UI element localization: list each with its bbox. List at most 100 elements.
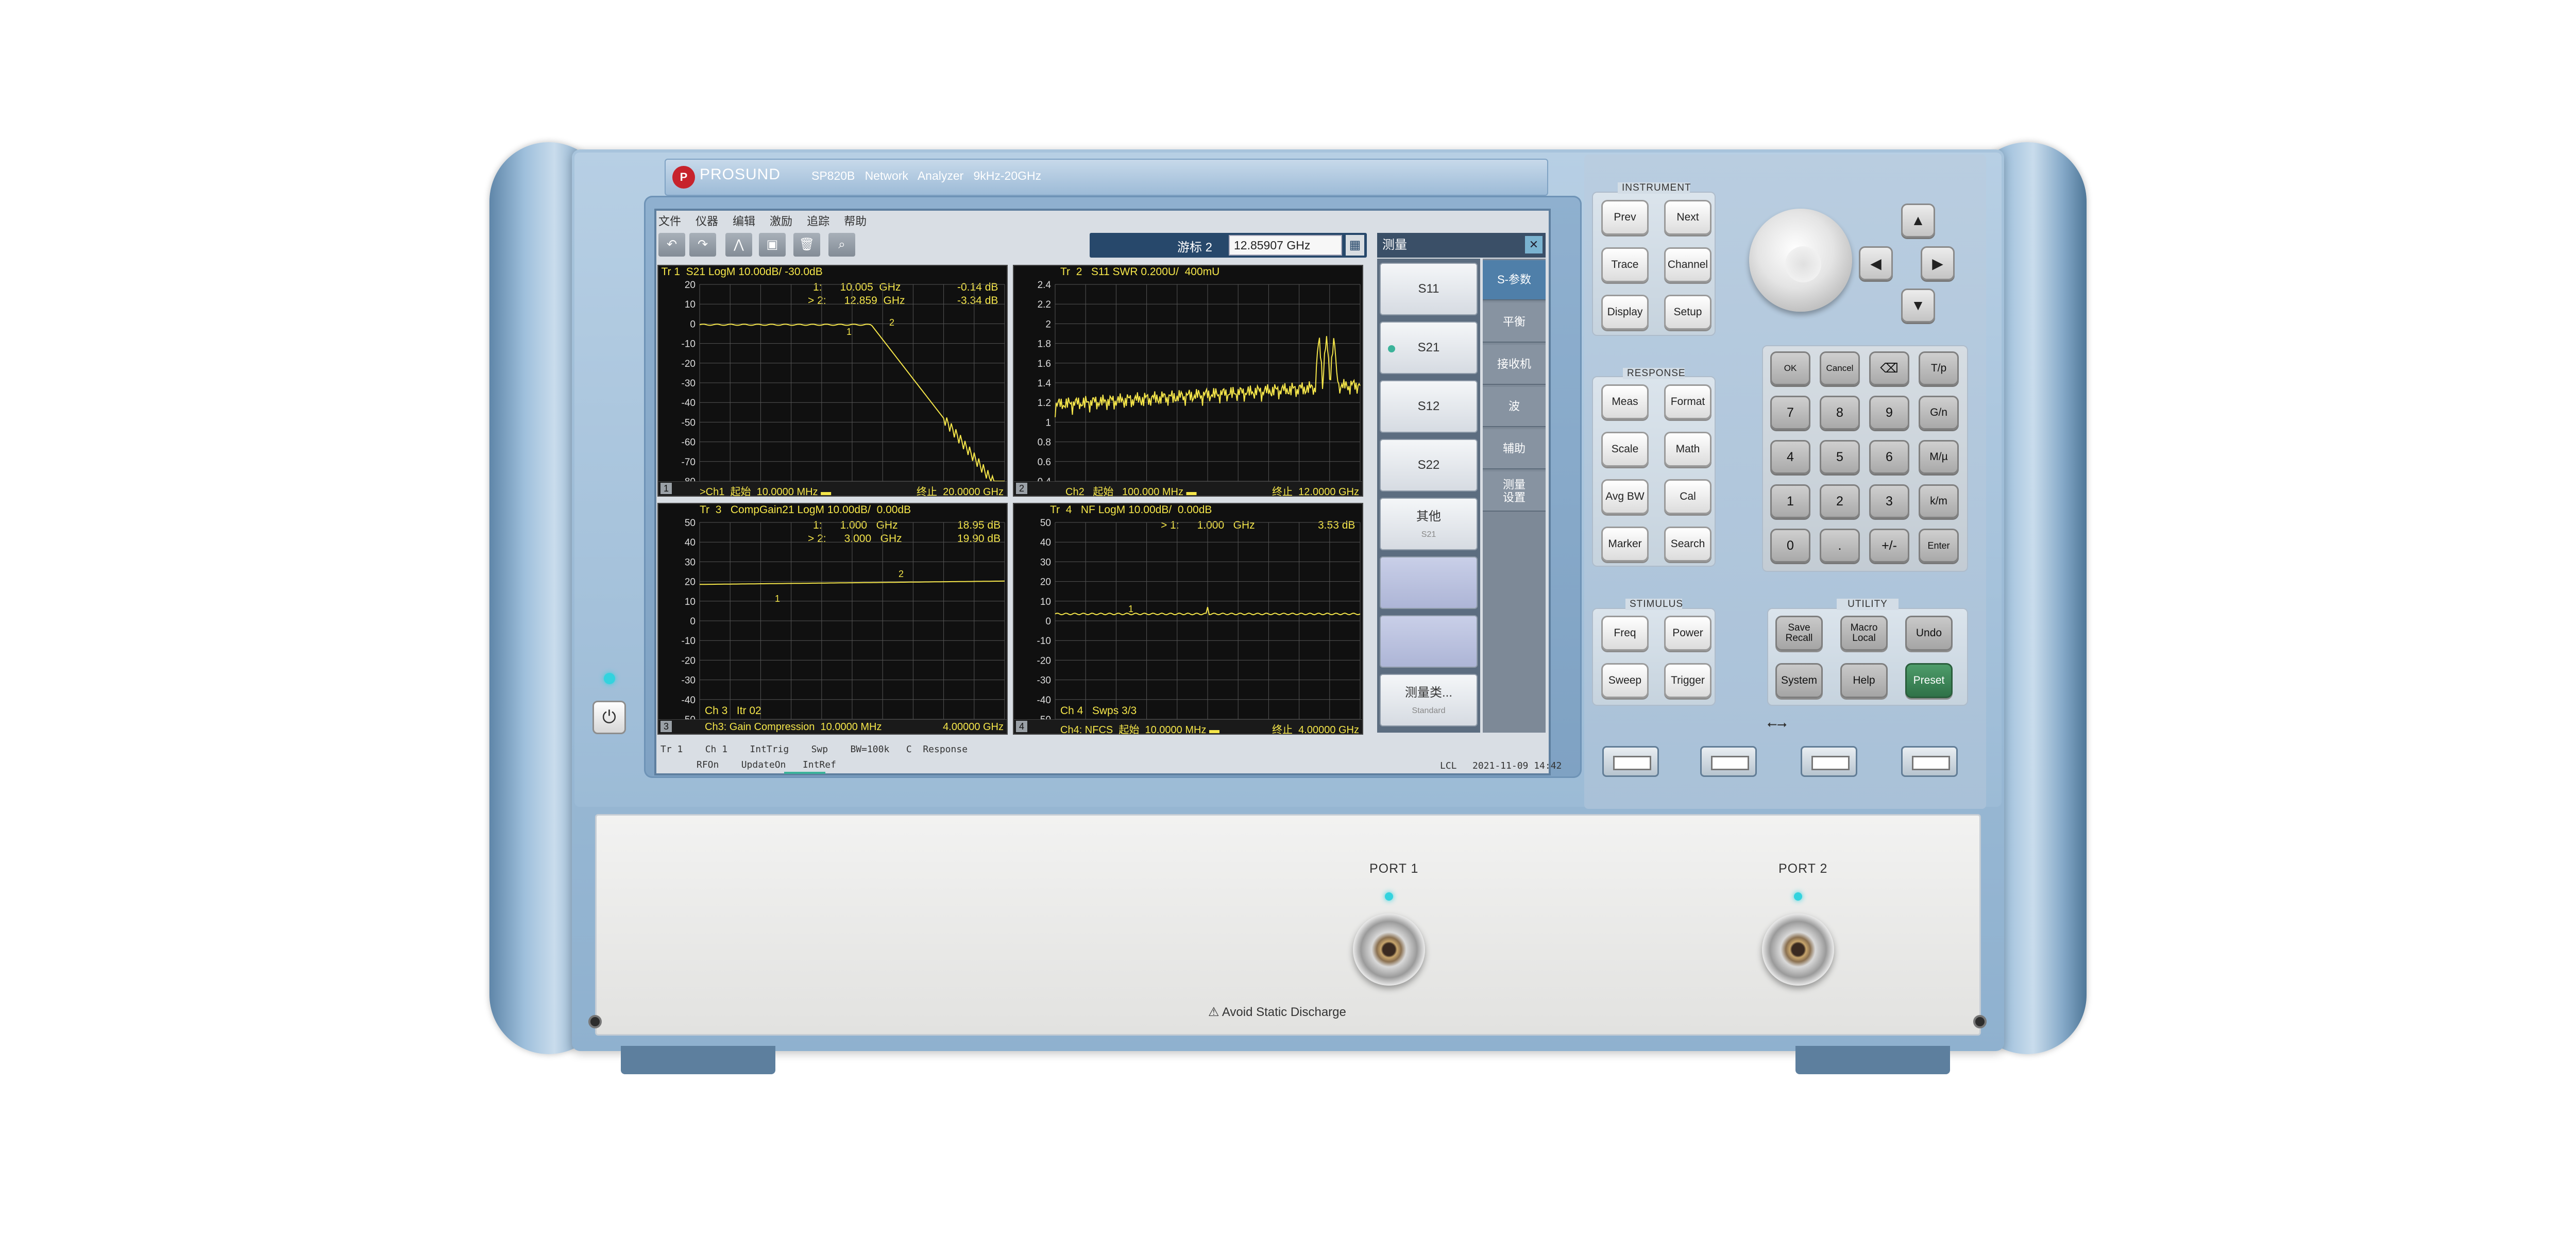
usb-port-4[interactable] — [1901, 746, 1958, 777]
power-button[interactable]: ⏻ — [592, 701, 626, 734]
marker-key-button[interactable]: Marker — [1601, 527, 1649, 562]
y-tick-label: 1.6 — [1038, 359, 1051, 369]
key-1[interactable]: 1 — [1770, 484, 1810, 518]
y-tick-label: -30 — [682, 378, 696, 389]
unit-m-u-button[interactable]: M/µ — [1919, 440, 1959, 474]
system-button[interactable]: System — [1775, 663, 1823, 698]
macro-local-button[interactable]: Macro Local — [1840, 616, 1888, 651]
trigger-button[interactable]: Trigger — [1664, 663, 1711, 698]
help-button[interactable]: Help — [1840, 663, 1888, 698]
y-tick-label: -30 — [1037, 675, 1051, 686]
preset-button[interactable]: Preset — [1905, 663, 1953, 698]
trace-4-footer: 4 Ch4: NFCS 起始 10.0000 MHz ▬ 终止 4.00000 … — [1014, 719, 1362, 736]
arrow-right-button[interactable]: ▶ — [1921, 246, 1955, 280]
tab-aux[interactable]: 辅助 — [1483, 429, 1546, 469]
trace-window-2[interactable]: Tr 2 S11 SWR 0.200U/ 400mU 2.4 2.2 2 1.8 1.6… — [1013, 265, 1363, 498]
y-tick-label: -40 — [682, 398, 696, 409]
y-tick-label: 40 — [1040, 537, 1051, 548]
response-title: RESPONSE — [1623, 368, 1685, 379]
unit-g-n-button[interactable]: G/n — [1919, 396, 1959, 430]
key-9[interactable]: 9 — [1869, 396, 1909, 430]
key-3[interactable]: 3 — [1869, 484, 1909, 518]
menu-file[interactable]: 文件 — [658, 212, 681, 229]
y-tick-label: 2.2 — [1038, 299, 1051, 310]
format-button[interactable]: Format — [1664, 384, 1711, 419]
backspace-icon[interactable]: ⌫ — [1869, 351, 1909, 385]
key-0[interactable]: 0 — [1770, 529, 1810, 563]
key-6[interactable]: 6 — [1869, 440, 1909, 474]
arrow-up-button[interactable]: ▲ — [1901, 204, 1935, 238]
key-7[interactable]: 7 — [1770, 396, 1810, 430]
search-button[interactable]: Search — [1664, 527, 1711, 562]
ok-button[interactable]: OK — [1770, 351, 1810, 385]
trace-window-4[interactable]: Tr 4 NF LogM 10.00dB/ 0.00dB > 1: 1.000 … — [1013, 503, 1363, 736]
trace-window-1[interactable]: Tr 1 S21 LogM 10.00dB/ -30.0dB 1: 10.005… — [657, 265, 1008, 498]
marker-button[interactable]: ⋀ — [725, 233, 752, 257]
freq-button[interactable]: Freq — [1601, 616, 1649, 651]
menu-edit[interactable]: 编辑 — [733, 212, 755, 229]
zoom-button[interactable]: ⌕ — [828, 233, 855, 257]
avg-bw-button[interactable]: Avg BW — [1601, 479, 1649, 514]
tab-receiver[interactable]: 接收机 — [1483, 345, 1546, 385]
next-button[interactable]: Next — [1664, 200, 1711, 235]
menu-help[interactable]: 帮助 — [844, 212, 867, 229]
key-4[interactable]: 4 — [1770, 440, 1810, 474]
tab-wave[interactable]: 波 — [1483, 387, 1546, 427]
marker-value-input[interactable]: 12.85907 GHz — [1229, 235, 1342, 256]
display-button[interactable]: Display — [1601, 295, 1649, 330]
arrow-down-button[interactable]: ▼ — [1901, 289, 1935, 323]
meas-button[interactable]: Meas — [1601, 384, 1649, 419]
menu-instrument[interactable]: 仪器 — [696, 212, 718, 229]
key-2[interactable]: 2 — [1820, 484, 1860, 518]
sweep-button[interactable]: Sweep — [1601, 663, 1649, 698]
menu-trace[interactable]: 追踪 — [807, 212, 829, 229]
prev-button[interactable]: Prev — [1601, 200, 1649, 235]
keypad-icon[interactable]: ▦ — [1346, 235, 1364, 256]
undo-key-button[interactable]: Undo — [1905, 616, 1953, 651]
usb-port-2[interactable] — [1700, 746, 1757, 777]
softkey-blank-2[interactable] — [1380, 615, 1478, 668]
math-button[interactable]: Math — [1664, 432, 1711, 467]
key-5[interactable]: 5 — [1820, 440, 1860, 474]
key-plus-minus[interactable]: +/- — [1869, 529, 1909, 563]
key-decimal[interactable]: . — [1820, 529, 1860, 563]
softkey-s12[interactable]: S12 — [1380, 380, 1478, 433]
arrow-left-button[interactable]: ◀ — [1859, 246, 1893, 280]
softkey-meas-class[interactable]: 测量类... Standard — [1380, 674, 1478, 726]
port-2-connector[interactable] — [1762, 913, 1834, 986]
softkey-s22[interactable]: S22 — [1380, 439, 1478, 492]
softkey-other[interactable]: 其他 S21 — [1380, 498, 1478, 550]
port-1-connector[interactable] — [1353, 913, 1425, 986]
setup-button[interactable]: Setup — [1664, 295, 1711, 330]
usb-port-1[interactable] — [1602, 746, 1659, 777]
key-8[interactable]: 8 — [1820, 396, 1860, 430]
tab-balanced[interactable]: 平衡 — [1483, 302, 1546, 343]
cal-button[interactable]: Cal — [1664, 479, 1711, 514]
power-key-button[interactable]: Power — [1664, 616, 1711, 651]
save-recall-button[interactable]: Save Recall — [1775, 616, 1823, 651]
menu-stimulus[interactable]: 激励 — [770, 212, 792, 229]
tab-s-params[interactable]: S-参数 — [1483, 260, 1546, 300]
y-tick-label: 0.6 — [1038, 457, 1051, 468]
trace-window-3[interactable]: Tr 3 CompGain21 LogM 10.00dB/ 0.00dB 1: … — [657, 503, 1008, 735]
screenshot-button[interactable]: ▣ — [759, 233, 786, 257]
trace-button[interactable]: Trace — [1601, 247, 1649, 282]
usb-port-3[interactable] — [1801, 746, 1857, 777]
tab-meas-setup[interactable]: 测量 设置 — [1483, 471, 1546, 512]
enter-button[interactable]: Enter — [1919, 529, 1959, 563]
softmenu-close-icon[interactable]: ✕ — [1525, 236, 1543, 253]
trace-2-number: 2 — [1016, 483, 1027, 494]
redo-button[interactable]: ↷ — [689, 233, 716, 257]
unit-t-p-button[interactable]: T/p — [1919, 351, 1959, 385]
delete-button[interactable]: 🗑 — [793, 233, 820, 257]
status-line-2: RFOn UpdateOn IntRef — [697, 759, 836, 770]
softkey-s21[interactable]: S21 — [1380, 321, 1478, 374]
channel-button[interactable]: Channel — [1664, 247, 1711, 282]
cancel-button[interactable]: Cancel — [1820, 351, 1860, 385]
undo-button[interactable]: ↶ — [658, 233, 685, 257]
softkey-blank-1[interactable] — [1380, 556, 1478, 609]
unit-k-m-button[interactable]: k/m — [1919, 484, 1959, 518]
softkey-s11[interactable]: S11 — [1380, 263, 1478, 315]
trace-2-stop: 终止 12.0000 GHz — [1272, 486, 1359, 498]
scale-button[interactable]: Scale — [1601, 432, 1649, 467]
